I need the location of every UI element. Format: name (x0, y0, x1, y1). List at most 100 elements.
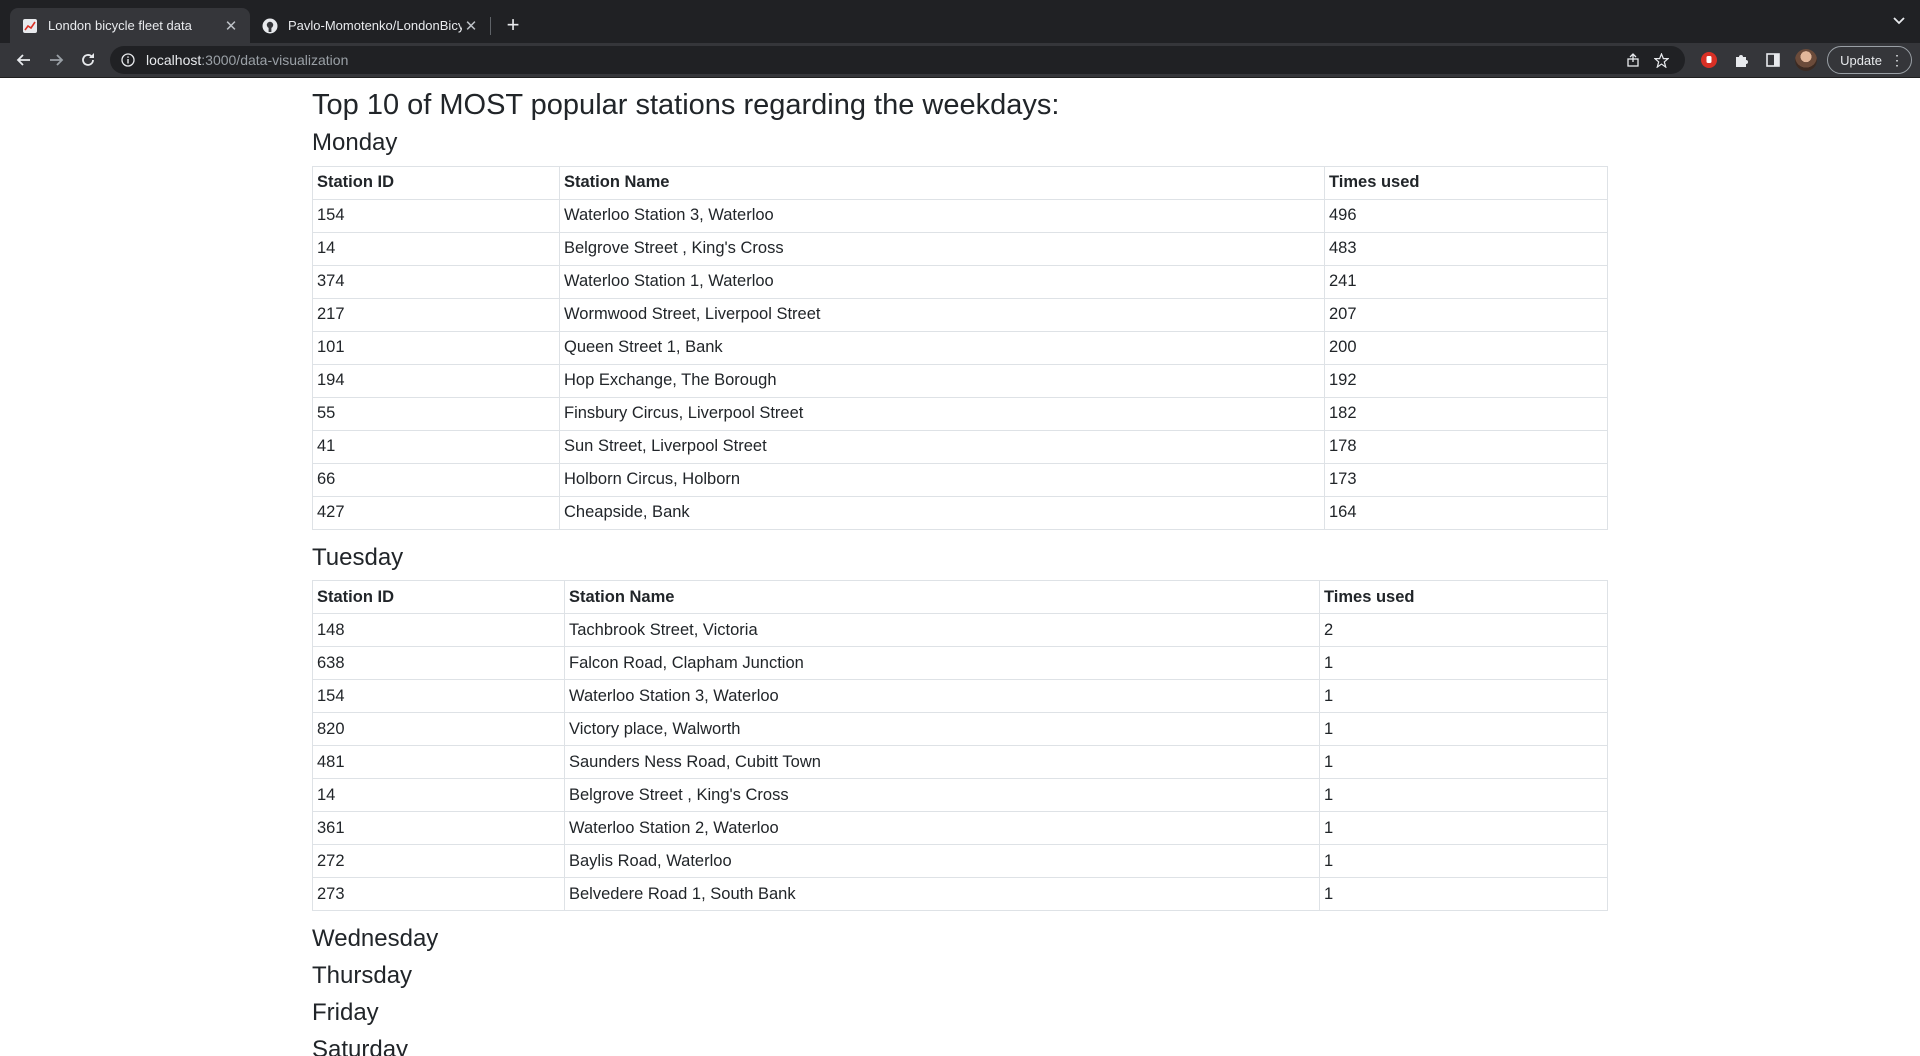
station-id-cell: 638 (312, 646, 565, 681)
station-name-cell: Saunders Ness Road, Cubitt Town (564, 745, 1320, 780)
station-name-cell: Belgrove Street , King's Cross (559, 231, 1325, 266)
station-id-cell: 154 (312, 198, 560, 233)
station-id-cell: 361 (312, 811, 565, 846)
times-used-cell: 207 (1324, 297, 1608, 332)
times-used-cell: 2 (1319, 613, 1608, 648)
station-id-cell: 427 (312, 495, 560, 530)
times-used-cell: 1 (1319, 778, 1608, 813)
address-bar[interactable]: localhost:3000/data-visualization (110, 46, 1686, 74)
info-icon[interactable] (120, 52, 136, 68)
back-button[interactable] (8, 46, 40, 74)
extensions-puzzle-icon[interactable] (1725, 46, 1757, 74)
browser-toolbar: localhost:3000/data-visualization Update… (0, 43, 1920, 78)
station-name-cell: Belgrove Street , King's Cross (564, 778, 1320, 813)
github-icon (262, 18, 278, 34)
table-row: 194 Hop Exchange, The Borough 192 (312, 363, 1608, 398)
station-id-cell: 273 (312, 877, 565, 912)
side-panel-icon[interactable] (1757, 46, 1789, 74)
station-id-cell: 194 (312, 363, 560, 398)
table-row: 374 Waterloo Station 1, Waterloo 241 (312, 264, 1608, 299)
update-label: Update (1840, 52, 1882, 68)
tuesday-stations-table: Station ID Station Name Times used 148 Ta… (312, 580, 1608, 912)
times-used-cell: 182 (1324, 396, 1608, 431)
table-row: 55 Finsbury Circus, Liverpool Street 182 (312, 396, 1608, 431)
times-used-cell: 1 (1319, 679, 1608, 714)
table-row: 638 Falcon Road, Clapham Junction 1 (312, 646, 1608, 681)
station-name-cell: Waterloo Station 2, Waterloo (564, 811, 1320, 846)
station-name-cell: Belvedere Road 1, South Bank (564, 877, 1320, 912)
table-row: 273 Belvedere Road 1, South Bank 1 (312, 877, 1608, 912)
times-used-cell: 241 (1324, 264, 1608, 299)
station-id-cell: 14 (312, 778, 565, 813)
column-header-station-id: Station ID (312, 580, 565, 615)
times-used-cell: 164 (1324, 495, 1608, 530)
station-name-cell: Wormwood Street, Liverpool Street (559, 297, 1325, 332)
station-name-cell: Holborn Circus, Holborn (559, 462, 1325, 497)
station-id-cell: 101 (312, 330, 560, 365)
times-used-cell: 192 (1324, 363, 1608, 398)
table-row: 14 Belgrove Street , King's Cross 1 (312, 778, 1608, 813)
table-row: 148 Tachbrook Street, Victoria 2 (312, 613, 1608, 648)
station-name-cell: Falcon Road, Clapham Junction (564, 646, 1320, 681)
times-used-cell: 173 (1324, 462, 1608, 497)
station-id-cell: 148 (312, 613, 565, 648)
times-used-cell: 1 (1319, 745, 1608, 780)
station-name-cell: Baylis Road, Waterloo (564, 844, 1320, 879)
tab-london-bicycle[interactable]: London bicycle fleet data ✕ (10, 8, 250, 43)
extension-stop-icon[interactable] (1693, 46, 1725, 74)
times-used-cell: 1 (1319, 811, 1608, 846)
times-used-cell: 496 (1324, 198, 1608, 233)
profile-avatar[interactable] (1795, 49, 1818, 71)
station-name-cell: Sun Street, Liverpool Street (559, 429, 1325, 464)
tab-search-icon[interactable] (1892, 14, 1906, 33)
close-icon[interactable]: ✕ (222, 17, 240, 35)
reload-icon (82, 53, 94, 66)
day-title-friday: Friday (312, 998, 379, 1026)
times-used-cell: 1 (1319, 844, 1608, 879)
station-name-cell: Waterloo Station 1, Waterloo (559, 264, 1325, 299)
station-name-cell: Waterloo Station 3, Waterloo (559, 198, 1325, 233)
table-row: 101 Queen Street 1, Bank 200 (312, 330, 1608, 365)
station-id-cell: 272 (312, 844, 565, 879)
close-icon[interactable]: ✕ (462, 17, 480, 35)
forward-button[interactable] (40, 46, 72, 74)
station-id-cell: 374 (312, 264, 560, 299)
arrow-right-icon (50, 54, 64, 66)
tab-github-repo[interactable]: Pavlo-Momotenko/LondonBicy ✕ (250, 8, 490, 43)
station-id-cell: 820 (312, 712, 565, 747)
station-id-cell: 154 (312, 679, 565, 714)
update-button[interactable]: Update ⋮ (1827, 46, 1912, 74)
share-icon[interactable] (1619, 53, 1647, 67)
tab-strip: London bicycle fleet data ✕ Pavlo-Momote… (0, 0, 1920, 43)
more-vertical-icon: ⋮ (1890, 51, 1904, 68)
column-header-station-id: Station ID (312, 165, 560, 200)
tab-separator (490, 16, 491, 35)
arrow-left-icon (16, 54, 30, 66)
day-title-monday: Monday (312, 128, 398, 156)
tab-title: London bicycle fleet data (48, 18, 192, 33)
station-id-cell: 55 (312, 396, 560, 431)
monday-stations-table: Station ID Station Name Times used 154 Wa… (312, 165, 1608, 530)
times-used-cell: 1 (1319, 646, 1608, 681)
reload-button[interactable] (72, 46, 104, 74)
column-header-station-name: Station Name (559, 165, 1325, 200)
station-id-cell: 66 (312, 462, 560, 497)
url-host: localhost (146, 52, 202, 68)
table-row: 820 Victory place, Walworth 1 (312, 712, 1608, 747)
page-title: Top 10 of MOST popular stations regardin… (312, 89, 1060, 121)
day-title-thursday: Thursday (312, 962, 413, 990)
times-used-cell: 1 (1319, 712, 1608, 747)
station-name-cell: Cheapside, Bank (559, 495, 1325, 530)
day-title-wednesday: Wednesday (312, 925, 439, 953)
tab-title: Pavlo-Momotenko/LondonBicy (288, 18, 462, 33)
new-tab-button[interactable]: + (499, 11, 527, 39)
chart-icon (22, 18, 38, 34)
bookmark-star-icon[interactable] (1647, 52, 1675, 68)
table-row: 66 Holborn Circus, Holborn 173 (312, 462, 1608, 497)
table-row: 361 Waterloo Station 2, Waterloo 1 (312, 811, 1608, 846)
page-viewport: Top 10 of MOST popular stations regardin… (0, 78, 1920, 1056)
table-row: 154 Waterloo Station 3, Waterloo 496 (312, 198, 1608, 233)
station-id-cell: 217 (312, 297, 560, 332)
table-row: 427 Cheapside, Bank 164 (312, 495, 1608, 530)
day-title-saturday: Saturday (312, 1035, 409, 1056)
